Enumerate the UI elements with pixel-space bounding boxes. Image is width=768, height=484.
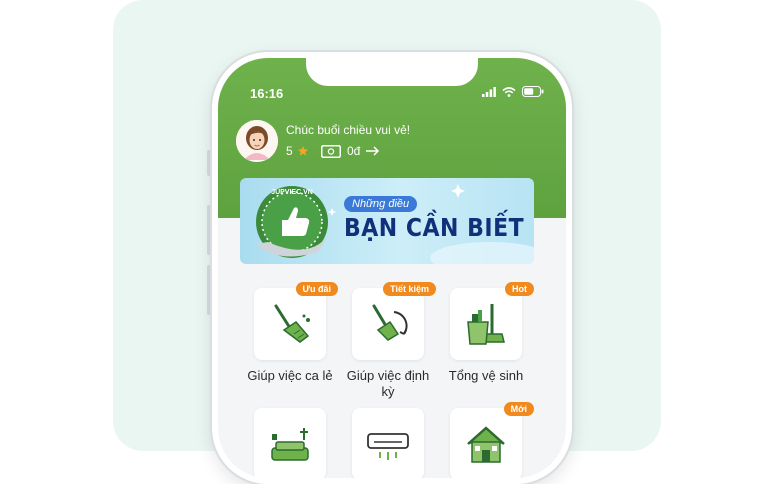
broom-icon: [274, 304, 310, 343]
phone-side-button: [207, 265, 211, 315]
service-tile: Tiết kiệm: [352, 282, 436, 360]
air-conditioner-icon: [367, 433, 409, 460]
badge-hot: Hot: [505, 282, 534, 296]
service-giup-viec-ca-le[interactable]: Ưu đãi Giúp việc ca lẻ: [242, 282, 338, 384]
service-tile: [352, 408, 424, 478]
greeting-text: Chúc buổi chiều vui vẻ!: [286, 123, 411, 137]
badge-moi: Mới: [503, 402, 534, 416]
service-tile: Ưu đãi: [254, 282, 338, 360]
wallet-balance[interactable]: 0đ: [321, 144, 380, 158]
wifi-icon: [502, 86, 516, 97]
banner-title: BẠN CẦN BIẾT: [344, 214, 525, 243]
jupviec-badge-icon: JUPVIEC.VN: [256, 186, 328, 258]
avatar[interactable]: [236, 120, 278, 162]
service-label: Giúp việc ca lẻ: [247, 368, 333, 383]
user-avatar-icon: [236, 120, 278, 162]
sofa-icon: [271, 428, 309, 461]
banner-subtitle: Những điều: [344, 196, 418, 212]
house-icon: [467, 426, 505, 463]
service-item[interactable]: [340, 408, 436, 478]
phone-side-button: [207, 205, 211, 255]
battery-icon: [522, 86, 544, 97]
user-rating: 5: [286, 144, 309, 158]
service-tong-ve-sinh[interactable]: Hot Tổng vệ sinh: [438, 282, 534, 384]
cash-icon: [321, 144, 341, 158]
phone-side-button: [207, 150, 211, 176]
phone-notch: [306, 58, 478, 86]
broom-cycle-icon: [372, 304, 408, 341]
rating-value: 5: [286, 144, 293, 158]
signal-icon: [482, 86, 496, 97]
phone-frame: 16:16 Chúc buổi chiều vui vẻ! 5 0đ JUPVI…: [212, 52, 572, 484]
status-icons: [482, 86, 544, 97]
service-item[interactable]: [242, 408, 338, 478]
star-icon: [297, 146, 308, 156]
service-tile: Hot: [450, 282, 534, 360]
banner-brand: JUPVIEC.VN: [271, 189, 313, 196]
service-giup-viec-dinh-ky[interactable]: Tiết kiệm Giúp việc định kỳ: [340, 282, 436, 400]
service-label: Tổng vệ sinh: [448, 368, 524, 383]
service-tile: [254, 408, 326, 478]
service-item[interactable]: Mới: [438, 402, 534, 478]
service-tile: Mới: [450, 402, 534, 478]
promo-banner[interactable]: JUPVIEC.VN Những điều BẠN CẦN BIẾT: [240, 178, 534, 264]
balance-value: 0đ: [347, 144, 361, 158]
arrow-right-icon: [366, 146, 380, 156]
service-label: Giúp việc định kỳ: [346, 368, 430, 399]
status-time: 16:16: [250, 86, 284, 101]
badge-uu-dai: Ưu đãi: [295, 282, 338, 296]
cleaning-bucket-icon: [467, 304, 505, 345]
badge-tiet-kiem: Tiết kiệm: [383, 282, 436, 296]
